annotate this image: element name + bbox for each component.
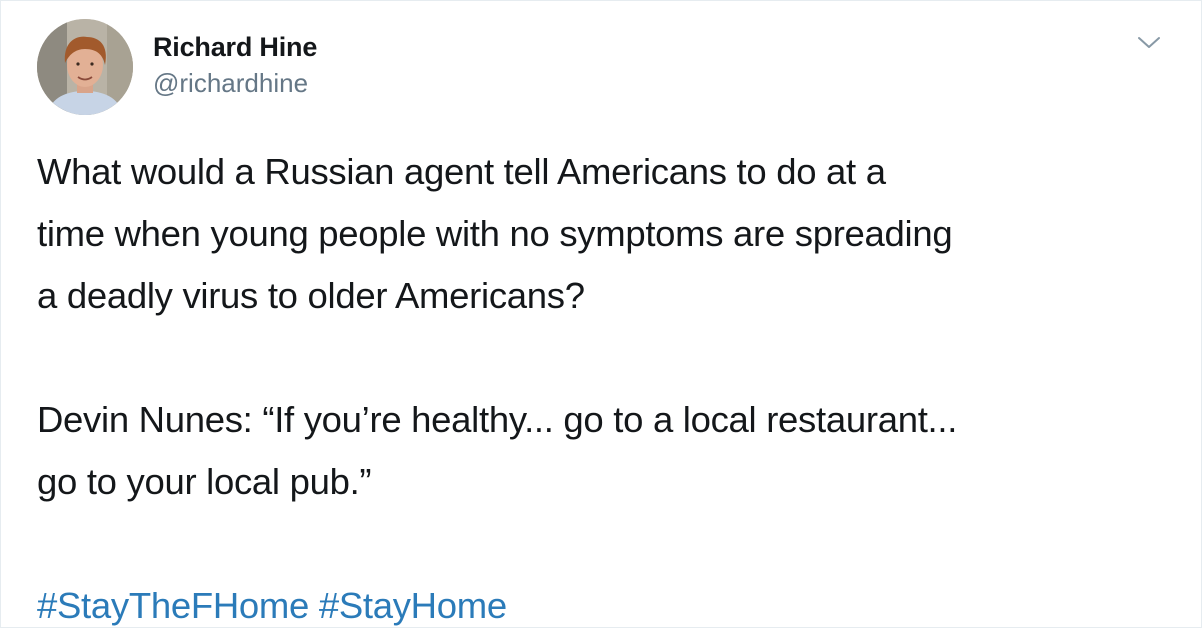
avatar[interactable] bbox=[37, 19, 133, 115]
tweet-paragraph-2: Devin Nunes: “If you’re healthy... go to… bbox=[37, 399, 958, 502]
hashtag-link[interactable]: #StayTheFHome bbox=[37, 585, 309, 626]
tweet-paragraph-1: What would a Russian agent tell American… bbox=[37, 151, 953, 316]
hashtag-link[interactable]: #StayHome bbox=[319, 585, 507, 626]
display-name[interactable]: Richard Hine bbox=[153, 29, 317, 65]
user-handle[interactable]: @richardhine bbox=[153, 65, 317, 101]
tweet-card: Richard Hine @richardhine What would a R… bbox=[0, 0, 1202, 628]
author-info: Richard Hine @richardhine bbox=[153, 29, 317, 101]
avatar-image bbox=[37, 19, 133, 115]
tweet-text: What would a Russian agent tell American… bbox=[37, 141, 1187, 637]
hashtag-row: #StayTheFHome #StayHome bbox=[37, 575, 1187, 637]
chevron-down-icon[interactable] bbox=[1135, 33, 1163, 53]
